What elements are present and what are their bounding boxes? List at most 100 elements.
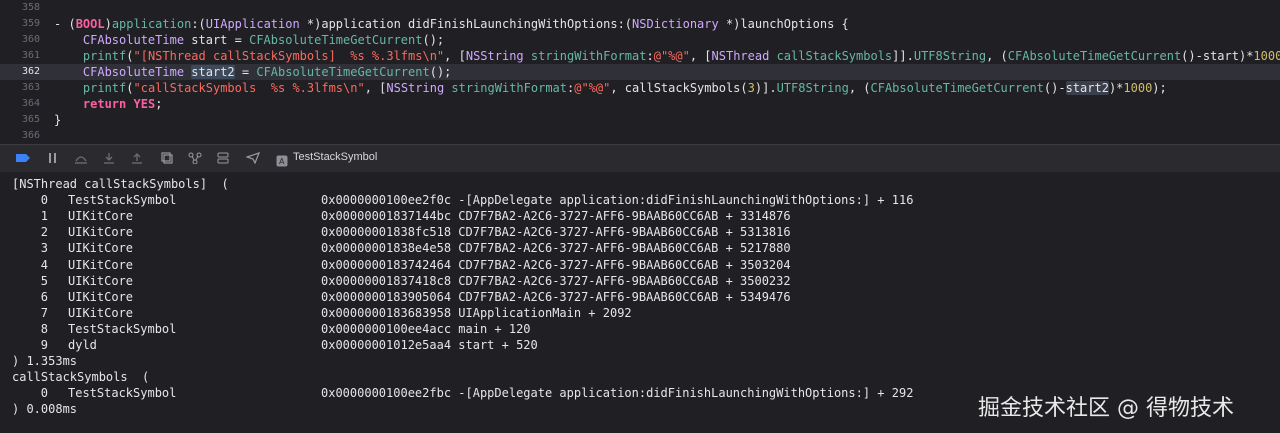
step-out-icon[interactable] — [128, 150, 146, 166]
code-line[interactable]: 364 return YES; — [0, 96, 1280, 112]
code-token: , callStackSymbols( — [610, 81, 748, 95]
frame-index: 8 — [40, 321, 48, 336]
code-line[interactable]: 362 CFAbsoluteTime start2 = CFAbsoluteTi… — [0, 64, 1280, 80]
frame-index: 5 — [40, 273, 48, 288]
code-token: BOOL — [75, 17, 105, 31]
code-token: , ( — [986, 49, 1008, 63]
line-number: 359 — [21, 18, 40, 29]
code-token: printf — [82, 49, 127, 63]
code-text: - (BOOL)application:(UIApplication *)app… — [54, 16, 849, 32]
frame-module: UIKitCore — [68, 209, 134, 224]
frame-index: 7 — [40, 305, 48, 320]
line-number: 361 — [21, 50, 40, 61]
code-token: 3 — [747, 81, 755, 95]
code-token: , [ — [364, 81, 387, 95]
frame-index: 4 — [40, 257, 48, 272]
code-token: NSString — [386, 81, 445, 95]
frame-address-symbol: 0x0000000183905064 CD7F7BA2-A2C6-3727-AF… — [321, 289, 791, 304]
line-number: 363 — [21, 82, 40, 93]
code-token: "[NSThread callStackSymbols] %s %.3lfms\… — [133, 49, 445, 63]
frame-module: UIKitCore — [68, 305, 134, 320]
view-hierarchy-icon[interactable] — [158, 150, 176, 166]
frame-module: dyld — [68, 338, 97, 352]
frame-address-symbol: 0x00000001837144bc CD7F7BA2-A2C6-3727-AF… — [321, 209, 791, 224]
code-text: } — [54, 112, 61, 128]
code-token: UTF8String — [913, 49, 987, 63]
memory-graph-icon[interactable] — [186, 150, 204, 166]
code-token: CFAbsoluteTime — [82, 33, 185, 47]
code-token: UTF8String — [776, 81, 849, 95]
code-token: ( — [126, 81, 134, 95]
frame-module: UIKitCore — [68, 225, 134, 240]
frame-index: 0 — [40, 193, 48, 208]
code-text: CFAbsoluteTime start2 = CFAbsoluteTimeGe… — [54, 64, 451, 80]
svg-text:A: A — [279, 157, 285, 166]
code-line[interactable]: 360 CFAbsoluteTime start = CFAbsoluteTim… — [0, 32, 1280, 48]
code-token: ]]. — [892, 49, 914, 63]
code-token: callStackSymbols — [776, 49, 893, 63]
code-token: application — [111, 17, 192, 31]
frame-index: 1 — [40, 209, 48, 224]
code-line[interactable]: 358 — [0, 0, 1280, 16]
step-over-icon[interactable] — [72, 150, 90, 166]
code-token: , [ — [689, 49, 712, 63]
code-token: stringWithFormat — [530, 49, 647, 63]
code-line[interactable]: 359 - (BOOL)application:(UIApplication *)… — [0, 16, 1280, 32]
frame-index: 6 — [40, 289, 48, 304]
frame-address-symbol: 0x00000001837418c8 CD7F7BA2-A2C6-3727-AF… — [321, 273, 791, 288]
app-target-icon: A — [276, 152, 288, 167]
code-token: printf — [82, 81, 127, 95]
stack-frame-row: 1 UIKitCore 0x00000001837144bc CD7F7BA2-A2… — [12, 208, 1212, 224]
code-line[interactable]: 363 printf("callStackSymbols %s %.3lfms\… — [0, 80, 1280, 96]
pause-icon[interactable] — [44, 150, 62, 166]
code-token: return — [82, 97, 127, 111]
environment-overrides-icon[interactable] — [214, 150, 232, 166]
code-text: printf("[NSThread callStackSymbols] %s %… — [54, 48, 1280, 64]
code-token: CFAbsoluteTime — [82, 65, 185, 79]
code-token: :( — [191, 17, 206, 31]
frame-module: UIKitCore — [68, 257, 134, 272]
code-token: (); — [422, 33, 445, 47]
stack-frame-row: 2 UIKitCore 0x00000001838fc518 CD7F7BA2-A2… — [12, 224, 1212, 240]
frame-module: UIKitCore — [68, 289, 134, 304]
code-token: UIApplication — [205, 17, 300, 31]
frame-index: 0 — [40, 386, 48, 401]
code-token: start = — [184, 33, 250, 47]
code-line[interactable]: 361 printf("[NSThread callStackSymbols] … — [0, 48, 1280, 64]
code-token: - ( — [54, 17, 76, 31]
line-number: 360 — [21, 34, 40, 45]
code-token: 1000 — [1123, 81, 1153, 95]
code-token: ()- — [1043, 81, 1066, 95]
code-token: } — [54, 113, 62, 127]
location-icon[interactable] — [244, 150, 262, 166]
frame-module: TestStackSymbol — [68, 193, 177, 208]
stack-frame-row: 6 UIKitCore 0x0000000183905064 CD7F7BA2-A2… — [12, 289, 1212, 305]
console-header: callStackSymbols ( — [12, 370, 150, 385]
frame-address-symbol: 0x00000001838fc518 CD7F7BA2-A2C6-3727-AF… — [321, 225, 791, 240]
console-timing: ) 0.008ms — [12, 402, 78, 417]
code-token: @"%@" — [653, 49, 690, 63]
frame-index: 3 — [40, 241, 48, 256]
stack-frame-row: 5 UIKitCore 0x00000001837418c8 CD7F7BA2-A2… — [12, 273, 1212, 289]
code-token: : — [646, 49, 654, 63]
breakpoints-toggle-icon[interactable] — [14, 150, 32, 166]
code-token: NSString — [465, 49, 524, 63]
stack-frame-row: 8 TestStackSymbol 0x0000000100ee4acc main … — [12, 321, 1212, 337]
code-line[interactable]: 366 — [0, 128, 1280, 144]
code-text: return YES; — [54, 96, 163, 112]
frame-module: UIKitCore — [68, 273, 134, 288]
stack-frame-row: 3 UIKitCore 0x00000001838e4e58 CD7F7BA2-A2… — [12, 240, 1212, 256]
code-line[interactable]: 365} — [0, 112, 1280, 128]
line-number: 362 — [21, 66, 40, 77]
stack-frame-row: 0 TestStackSymbol 0x0000000100ee2f0c -[App… — [12, 192, 1212, 208]
code-token: stringWithFormat — [451, 81, 567, 95]
code-token: 1000 — [1253, 49, 1280, 63]
target-label[interactable]: TestStackSymbol — [293, 151, 377, 163]
code-editor[interactable]: 358 359 - (BOOL)application:(UIApplication… — [0, 0, 1280, 143]
step-into-icon[interactable] — [100, 150, 118, 166]
